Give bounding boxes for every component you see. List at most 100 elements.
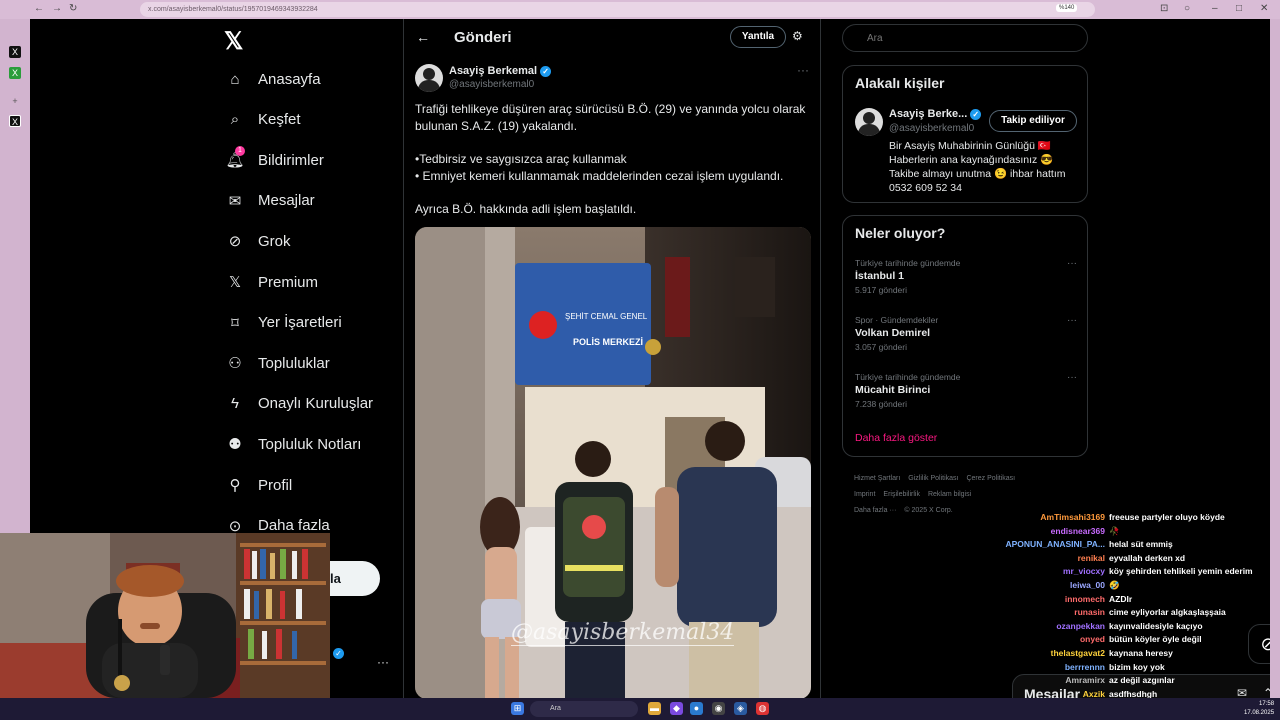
- maximize-icon[interactable]: □: [1236, 3, 1242, 14]
- chat-text: az değil azgınlar: [1109, 675, 1175, 686]
- obs-icon[interactable]: ◉: [712, 702, 725, 715]
- browser-icon[interactable]: ◍: [756, 702, 769, 715]
- more-options-icon[interactable]: ···: [1067, 315, 1077, 326]
- footer-link[interactable]: Gizlilik Politikası: [908, 475, 958, 482]
- nav-item-profil[interactable]: ⚲ Profil: [224, 470, 293, 500]
- author-handle[interactable]: @asayisberkemal0: [449, 79, 534, 90]
- nav-item-mesajlar[interactable]: ✉ Mesajlar: [224, 186, 315, 216]
- related-name-text[interactable]: Asayiş Berke...: [889, 108, 967, 120]
- settings-sliders-icon[interactable]: ⚙: [792, 29, 803, 43]
- forward-icon[interactable]: →: [52, 3, 62, 14]
- chat-username: ozanpekkan: [1056, 620, 1105, 631]
- taskbar-search[interactable]: Ara: [530, 701, 638, 717]
- following-button[interactable]: Takip ediliyor: [989, 110, 1077, 132]
- communities-icon: ⚇: [228, 355, 242, 373]
- avatar[interactable]: [415, 64, 443, 92]
- chat-username: AmTimsahi3169: [1040, 512, 1105, 522]
- chat-text: freeuse partyler oluyo köyde: [1109, 512, 1225, 522]
- more-options-icon[interactable]: ···: [797, 63, 809, 77]
- nav-item-yer-i-şaretleri[interactable]: ⌑ Yer İşaretleri: [224, 308, 342, 338]
- tweet-text: Trafiği tehlikeye düşüren araç sürücüsü …: [415, 101, 815, 218]
- grok-icon: ⊘: [228, 233, 242, 251]
- author-name[interactable]: Asayiş Berkemal ✓: [449, 65, 552, 77]
- related-handle[interactable]: @asayisberkemal0: [889, 123, 974, 134]
- back-icon[interactable]: ←: [34, 3, 44, 14]
- nav-item-grok[interactable]: ⊘ Grok: [224, 226, 291, 256]
- more-options-icon[interactable]: ···: [1067, 258, 1077, 269]
- app-icon[interactable]: ◆: [670, 702, 683, 715]
- system-clock[interactable]: 17:58 17.08.2025: [1244, 700, 1274, 718]
- taskbar: ⊞ Ara ▬ ◆ ● ◉ ◈ ◍ 17:58 17.08.2025: [0, 698, 1280, 720]
- folder-icon[interactable]: ▬: [648, 702, 661, 715]
- steam-icon[interactable]: ●: [690, 702, 703, 715]
- windows-start-icon[interactable]: ⊞: [511, 702, 524, 715]
- nav-item-topluluk-notları[interactable]: ⚉ Topluluk Notları: [224, 429, 361, 459]
- page-title: Gönderi: [454, 29, 512, 46]
- nav-item-bildirimler[interactable]: 🔔︎ 1 Bildirimler: [224, 145, 324, 175]
- photo-sign-text: ŞEHİT CEMAL GENEL: [565, 312, 648, 321]
- clock-time: 17:58: [1259, 701, 1275, 707]
- trend-item[interactable]: Türkiye tarihinde gündemde Mücahit Birin…: [855, 372, 1077, 409]
- close-icon[interactable]: ✕: [1260, 3, 1268, 14]
- trend-context: Spor · Gündemdekiler: [855, 315, 939, 325]
- chat-message: endisnear369 🥀: [330, 526, 1270, 539]
- reload-icon[interactable]: ↻: [69, 3, 77, 14]
- nav-item-anasayfa[interactable]: ⌂ Anasayfa: [224, 64, 320, 94]
- nav-item-topluluklar[interactable]: ⚇ Topluluklar: [224, 348, 329, 378]
- extension-icon[interactable]: ⊡: [1160, 3, 1168, 14]
- chat-username: berrrennn: [1064, 661, 1105, 672]
- minimize-icon[interactable]: –: [1212, 3, 1218, 14]
- chat-username: mr_viocxy: [1062, 566, 1105, 577]
- chat-username: thelastgavat2: [1050, 648, 1105, 658]
- search-input[interactable]: [842, 24, 1088, 52]
- related-name[interactable]: Asayiş Berke... ✓: [889, 108, 982, 120]
- chat-text: AZDIr: [1109, 593, 1133, 604]
- chat-username: endisnear369: [1050, 525, 1105, 536]
- clock-date: 17.08.2025: [1244, 710, 1275, 716]
- nav-item-onaylı-kuruluşlar[interactable]: ϟ Onaylı Kuruluşlar: [224, 389, 373, 419]
- zoom-indicator[interactable]: %140: [1056, 4, 1078, 12]
- chat-message: onyed bütün köyler öyle değil: [330, 634, 1270, 647]
- x-tab-icon[interactable]: X: [9, 46, 21, 58]
- stream-chat-overlay: AmTimsahi3169 freeuse partyler oluyo köyd…: [330, 496, 1270, 712]
- tweet-paragraph: Trafiği tehlikeye düşüren araç sürücüsü …: [415, 102, 806, 133]
- notes-icon: ⚉: [228, 436, 242, 454]
- browser-toolbar: ← → ↻ x.com/asayisberkemal0/status/19570…: [0, 0, 1280, 19]
- new-tab-icon[interactable]: +: [9, 95, 21, 107]
- x-logo-icon[interactable]: 𝕏: [224, 27, 243, 56]
- nav-item-keşfet[interactable]: ⌕ Keşfet: [224, 105, 301, 135]
- chat-message: renikal eyvallah derken xd: [330, 553, 1270, 566]
- chat-username: innomech: [1064, 593, 1105, 604]
- app-icon[interactable]: ◈: [734, 702, 747, 715]
- show-more-link[interactable]: Daha fazla göster: [855, 432, 937, 444]
- more-options-icon[interactable]: ···: [1067, 372, 1077, 383]
- chat-text: kaynana heresy: [1109, 648, 1173, 658]
- sheets-tab-icon[interactable]: X: [9, 67, 21, 79]
- address-bar[interactable]: x.com/asayisberkemal0/status/19570194693…: [140, 2, 1095, 17]
- trend-name[interactable]: Volkan Demirel: [855, 327, 1077, 339]
- chat-username: runasin: [1074, 607, 1105, 618]
- bio-line: Bir Asayiş Muhabirinin Günlüğü 🇹🇷: [889, 140, 1051, 152]
- trend-count: 5.917 gönderi: [855, 285, 907, 295]
- trend-item[interactable]: Spor · Gündemdekiler Volkan Demirel 3.05…: [855, 315, 1077, 352]
- nav-item-label: Grok: [258, 232, 291, 250]
- chat-text: 🤣: [1109, 580, 1120, 590]
- footer-link[interactable]: Çerez Politikası: [966, 475, 1015, 482]
- nav-item-label: Profil: [258, 476, 293, 494]
- back-arrow-icon[interactable]: ←: [416, 29, 430, 45]
- trend-name[interactable]: Mücahit Birinci: [855, 384, 1077, 396]
- webcam-scene: [0, 533, 330, 698]
- chat-message: thelastgavat2 kaynana heresy: [330, 648, 1270, 661]
- chat-message: berrrennn bizim koy yok: [330, 662, 1270, 675]
- chat-message: runasin cime eyliyorlar algkaşlaşşaia: [330, 607, 1270, 620]
- reply-button[interactable]: Yantıla: [730, 26, 786, 48]
- avatar[interactable]: [855, 108, 883, 136]
- author-name-text[interactable]: Asayiş Berkemal: [449, 65, 537, 77]
- profile-icon[interactable]: ○: [1184, 3, 1190, 14]
- footer-link[interactable]: Hizmet Şartları: [854, 475, 900, 482]
- bell-icon: 🔔︎ 1: [225, 146, 245, 170]
- nav-item-premium[interactable]: 𝕏 Premium: [224, 267, 318, 297]
- trend-item[interactable]: Türkiye tarihinde gündemde İstanbul 1 5.…: [855, 258, 1077, 295]
- x-tab-active-icon[interactable]: X: [9, 115, 21, 127]
- trend-name[interactable]: İstanbul 1: [855, 270, 1077, 282]
